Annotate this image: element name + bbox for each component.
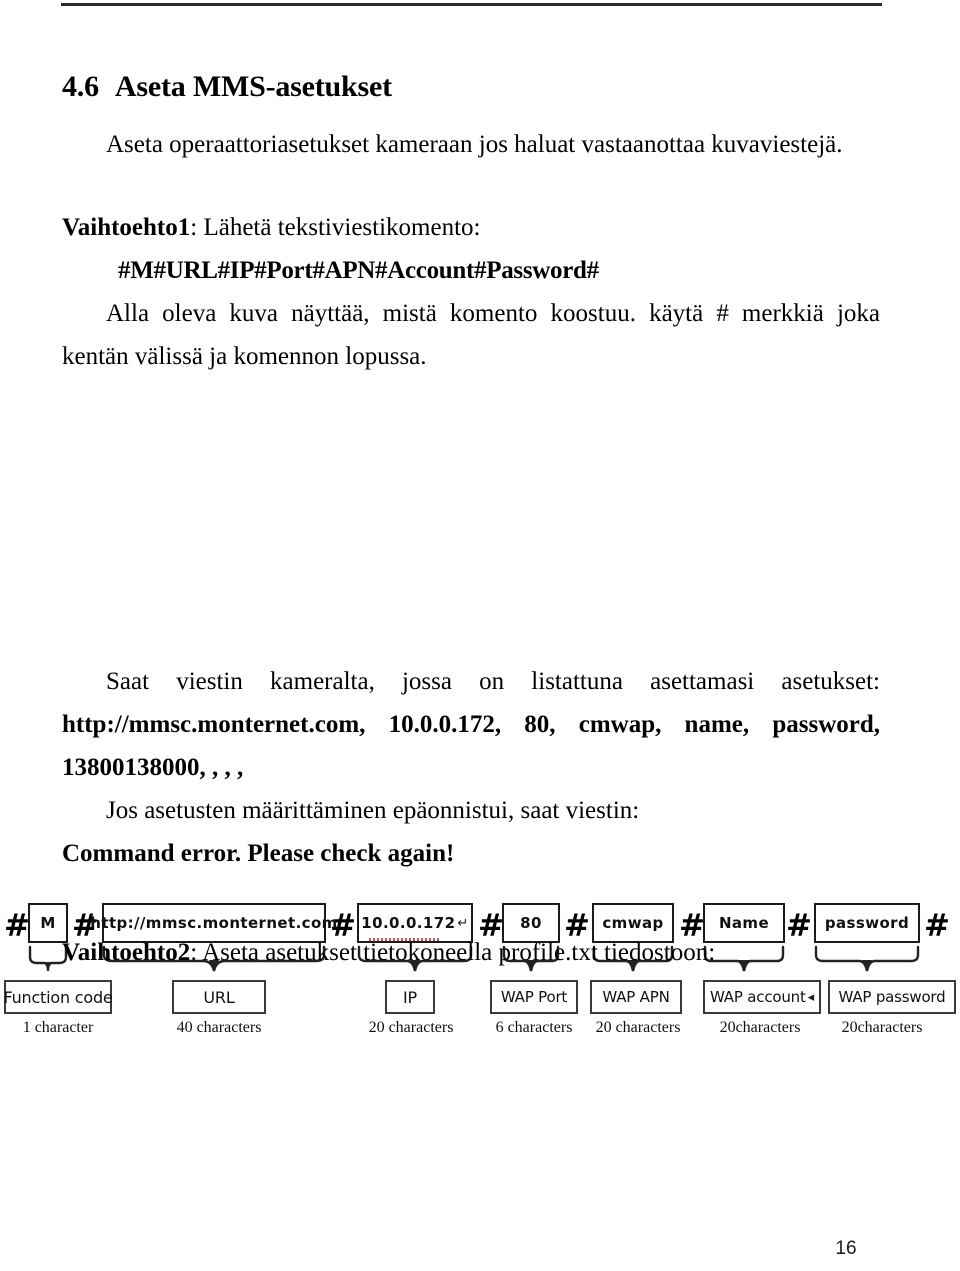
cursor-mark-icon: ◂	[807, 989, 815, 1005]
hash-separator-icon: #	[4, 908, 30, 944]
result-section: Saat viestin kameralta, jossa on listatt…	[62, 660, 880, 974]
field-char-count: 20characters	[841, 1019, 923, 1036]
field-label-box: WAP password	[828, 980, 956, 1014]
section-intro-paragraph: Aseta operaattoriasetukset kameraan jos …	[106, 130, 843, 158]
page-number: 16	[0, 1238, 960, 1260]
option2-label: Vaihtoehto2	[62, 939, 191, 966]
field-char-count: 20 characters	[368, 1019, 454, 1036]
page-title: 4.6 Aseta MMS-asetukset	[62, 70, 880, 105]
error-paragraph: Jos asetusten määrittäminen epäonnistui,…	[62, 789, 880, 832]
field-label-box: WAP APN	[590, 980, 682, 1014]
field-char-count: 20characters	[719, 1019, 801, 1036]
field-char-count: 40 characters	[176, 1019, 262, 1036]
field-label-text: WAP account	[710, 988, 806, 1006]
option1-label-rest: : Lähetä tekstiviestikomento:	[190, 213, 481, 241]
hash-separator-icon: #	[924, 908, 950, 944]
option2-heading: Vaihtoehto2: Aseta asetukset tietokoneel…	[62, 931, 880, 974]
option1-heading: Vaihtoehto1: Lähetä tekstiviestikomento:	[62, 206, 880, 249]
header-rule	[61, 3, 882, 6]
field-label-box: WAP account ◂	[703, 980, 821, 1014]
section-number: 4.6	[62, 70, 99, 103]
option1-explanation: Alla oleva kuva näyttää, mistä komento k…	[62, 299, 880, 370]
error-message: Command error. Please check again!	[62, 840, 455, 867]
field-label-box: Function code	[3, 980, 113, 1014]
field-char-count: 6 characters	[495, 1019, 573, 1036]
error-lead: Jos asetusten määrittäminen epäonnistui,…	[106, 797, 640, 824]
result-settings: http://mmsc.monternet.com, 10.0.0.172, 8…	[62, 711, 880, 781]
field-label-box: IP	[385, 980, 435, 1014]
result-paragraph: Saat viestin kameralta, jossa on listatt…	[62, 660, 880, 789]
field-char-count: 20 characters	[595, 1019, 681, 1036]
section-title: Aseta MMS-asetukset	[114, 70, 392, 103]
page-number-value: 16	[835, 1238, 857, 1259]
option1-label: Vaihtoehto1	[62, 213, 191, 241]
document-body: 4.6 Aseta MMS-asetukset Aseta operaattori…	[62, 70, 880, 378]
option1-command: #M#URL#IP#Port#APN#Account#Password#	[118, 256, 599, 284]
mms-command-structure-diagram: # # # # # # # # M http://mmsc.monternet.…	[0, 447, 960, 1036]
field-char-count: 1 character	[22, 1019, 94, 1036]
field-label-box: WAP Port	[490, 980, 578, 1014]
option2-label-rest: : Aseta asetukset tietokoneella profile.…	[190, 939, 716, 966]
error-message-line: Command error. Please check again!	[62, 832, 880, 875]
result-lead: Saat viestin kameralta, jossa on listatt…	[106, 668, 880, 695]
field-label-box: URL	[172, 980, 266, 1014]
